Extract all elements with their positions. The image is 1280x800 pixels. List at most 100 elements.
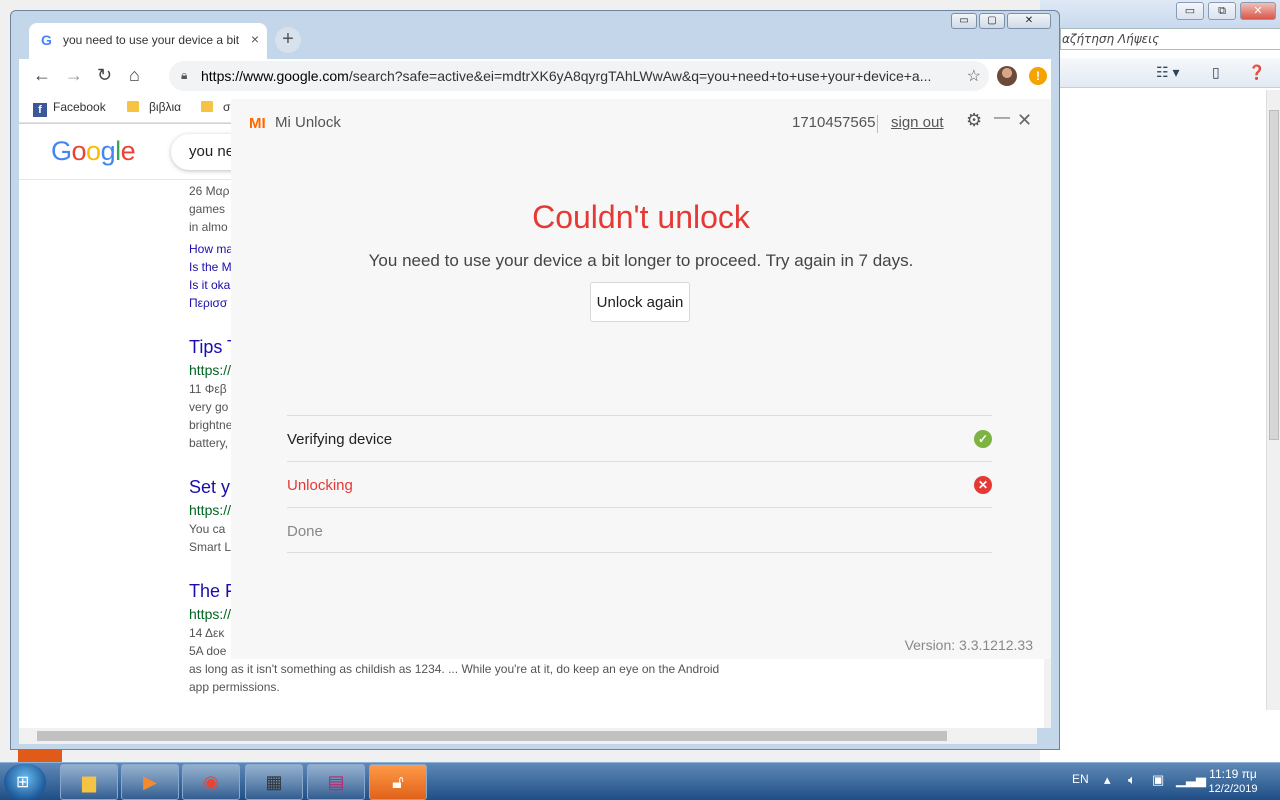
bookmark-facebook[interactable]: f Facebook xyxy=(33,100,106,117)
result-snippet: 11 Φεβ very go brightne battery, xyxy=(189,380,232,452)
header-divider xyxy=(877,115,878,133)
clock-date[interactable]: 12/2/2019 xyxy=(1200,783,1266,795)
step-verifying-device: Verifying device ✓ xyxy=(287,415,992,461)
related-link[interactable]: Is the M xyxy=(189,258,233,276)
result-url: https:// xyxy=(189,606,232,622)
google-logo[interactable]: Google xyxy=(51,136,136,167)
taskbar-media-player[interactable]: ▶ xyxy=(121,764,179,800)
lock-icon: 🔒︎ xyxy=(181,68,188,82)
reload-icon[interactable]: ↻ xyxy=(97,65,112,86)
windows-taskbar: ⊞ ▆ ▶ ◉ ▦ ▤ 🔓︎ EN ▴ 🔈︎ ▣ ▁▃▅ 11:19 πμ 12… xyxy=(0,762,1280,800)
new-tab-button[interactable]: + xyxy=(275,27,301,53)
related-link[interactable]: Is it oka xyxy=(189,276,233,294)
volume-icon[interactable]: 🔈︎ xyxy=(1128,772,1136,788)
url-host: https://www.google.com xyxy=(201,68,349,84)
bg-scrollbar-thumb[interactable] xyxy=(1269,110,1279,440)
snippet-line: Smart L xyxy=(189,540,232,554)
clock-time[interactable]: 11:19 πμ xyxy=(1200,767,1266,781)
forward-arrow-icon[interactable]: → xyxy=(65,65,83,86)
step-label: Unlocking xyxy=(287,477,353,494)
result-title[interactable]: Set y xyxy=(189,478,230,496)
gear-icon[interactable]: ⚙ xyxy=(966,110,982,131)
snippet-line: games xyxy=(189,202,226,216)
browser-tab[interactable]: G you need to use your device a bit long… xyxy=(29,23,267,59)
taskbar-winrar[interactable]: ▤ xyxy=(307,764,365,800)
sign-out-link[interactable]: sign out xyxy=(891,114,944,131)
bg-search-placeholder: αζήτηση Λήψεις xyxy=(1062,32,1160,46)
language-indicator[interactable]: EN xyxy=(1072,772,1089,786)
folder-icon xyxy=(201,101,213,112)
related-link[interactable]: Περισσ xyxy=(189,294,233,312)
snippet-line: very go xyxy=(189,400,229,414)
horizontal-scrollbar[interactable] xyxy=(19,728,1037,744)
facebook-icon: f xyxy=(33,103,47,117)
bg-scrollbar[interactable] xyxy=(1266,90,1280,710)
error-message: You need to use your device a bit longer… xyxy=(368,251,914,270)
gift-box-icon: ▦ xyxy=(265,772,283,792)
bg-minimize-button[interactable]: ▭ xyxy=(1176,2,1204,20)
media-player-icon: ▶ xyxy=(143,772,157,792)
bookmark-folder-books[interactable]: βιβλια xyxy=(127,100,181,114)
bg-window-titlebar: ▭ ⧉ ✕ xyxy=(1040,0,1280,28)
device-icon[interactable]: ▣ xyxy=(1152,772,1164,788)
bg-maximize-button[interactable]: ⧉ xyxy=(1208,2,1236,20)
app-title: Mi Unlock xyxy=(275,114,341,131)
snippet-line: in almo xyxy=(189,220,228,234)
url-text: https://www.google.com/search?safe=activ… xyxy=(201,68,946,84)
bookmark-label: Facebook xyxy=(53,100,106,114)
snippet-line: 11 Φεβ xyxy=(189,382,227,396)
close-icon[interactable]: ✕ xyxy=(1017,110,1032,131)
chrome-close-button[interactable]: ✕ xyxy=(1007,13,1051,29)
tray-expand-icon[interactable]: ▴ xyxy=(1104,772,1111,788)
tab-close-icon[interactable]: × xyxy=(251,31,259,47)
related-link[interactable]: How ma xyxy=(189,240,233,258)
unlock-again-button[interactable]: Unlock again xyxy=(590,282,690,322)
help-icon[interactable]: ❓ xyxy=(1248,64,1265,81)
bg-close-button[interactable]: ✕ xyxy=(1240,2,1276,20)
mi-logo: MI xyxy=(249,115,266,132)
home-icon[interactable]: ⌂ xyxy=(129,65,140,86)
taskbar-explorer[interactable]: ▆ xyxy=(60,764,118,800)
bookmark-label: βιβλια xyxy=(149,100,182,114)
browser-toolbar: ← → ↻ ⌂ 🔒︎ https://www.google.com/search… xyxy=(19,59,1051,93)
horizontal-scrollbar-thumb[interactable] xyxy=(37,731,947,741)
url-path: /search?safe=active&ei=mdtrXK6yA8qyrgTAh… xyxy=(348,68,932,84)
check-circle-icon: ✓ xyxy=(974,430,992,448)
folder-icon xyxy=(127,101,139,112)
address-bar[interactable]: 🔒︎ https://www.google.com/search?safe=ac… xyxy=(169,61,989,91)
taskbar-chrome[interactable]: ◉ xyxy=(182,764,240,800)
snippet-line: battery, xyxy=(189,436,229,450)
result-snippet: You ca Smart L xyxy=(189,520,231,556)
update-alert-icon[interactable]: ! xyxy=(1029,67,1047,85)
google-favicon-icon: G xyxy=(41,32,52,48)
bookmark-star-icon[interactable]: ☆ xyxy=(967,66,981,86)
related-links: How ma Is the M Is it oka Περισσ xyxy=(189,240,233,312)
chrome-icon: ◉ xyxy=(203,772,219,792)
progress-steps: Verifying device ✓ Unlocking ✕ Done xyxy=(287,415,992,553)
preview-pane-icon[interactable]: ▯ xyxy=(1212,64,1220,81)
start-button[interactable]: ⊞ xyxy=(4,764,46,800)
result-title[interactable]: The F xyxy=(189,582,236,600)
minimize-icon[interactable]: — xyxy=(994,109,1010,127)
result-snippet: 26 Μαρ games in almo xyxy=(189,182,229,236)
taskbar-mi-unlock[interactable]: 🔓︎ xyxy=(369,764,427,800)
version-label: Version: 3.3.1212.33 xyxy=(904,637,1033,653)
step-done: Done xyxy=(287,507,992,553)
chrome-minimize-button[interactable]: ▭ xyxy=(951,13,977,29)
background-explorer-window: ▭ ⧉ ✕ αζήτηση Λήψεις ⌕ ☷ ▾ ▯ ❓ xyxy=(1040,0,1280,762)
step-label: Verifying device xyxy=(287,431,393,448)
result-url: https:// xyxy=(189,502,232,518)
back-arrow-icon[interactable]: ← xyxy=(33,65,51,86)
result-url: https:// xyxy=(189,362,232,378)
chrome-maximize-button[interactable]: ▢ xyxy=(979,13,1005,29)
tab-title: you need to use your device a bit longer xyxy=(63,33,243,47)
view-options-icon[interactable]: ☷ ▾ xyxy=(1156,64,1179,81)
folder-icon: ▆ xyxy=(82,772,96,792)
snippet-line: brightne xyxy=(189,418,233,432)
profile-avatar[interactable] xyxy=(997,66,1017,86)
taskbar-preview-strip xyxy=(18,749,62,762)
taskbar-gift-app[interactable]: ▦ xyxy=(245,764,303,800)
step-label: Done xyxy=(287,523,323,540)
bg-search-input[interactable]: αζήτηση Λήψεις ⌕ xyxy=(1060,28,1280,50)
error-headline: Couldn't unlock xyxy=(532,199,750,235)
